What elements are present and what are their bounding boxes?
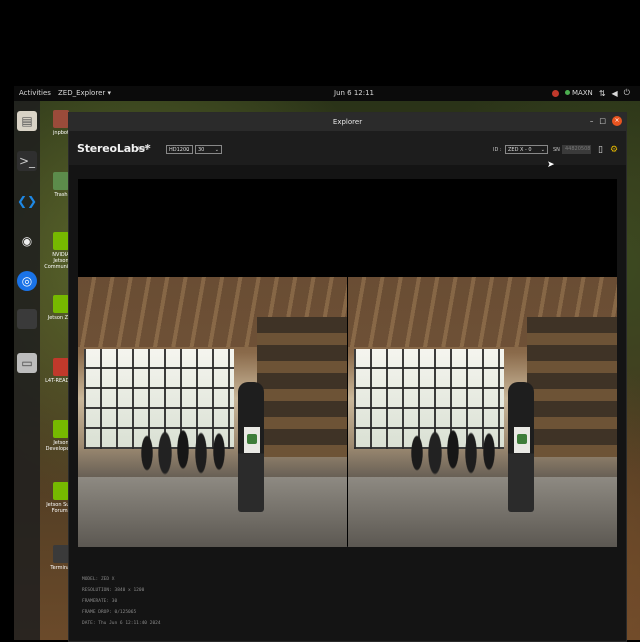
vscode-icon[interactable]: ❮❯ xyxy=(17,191,37,211)
nvidia-icon xyxy=(53,295,69,313)
close-button[interactable]: × xyxy=(612,116,622,126)
camera-select-value: ZED X - 0 xyxy=(508,147,532,153)
mouse-cursor-icon: ➤ xyxy=(547,160,555,170)
power-mode-label: MAXN xyxy=(571,89,593,97)
scene-people xyxy=(138,417,228,489)
info-date: DATE: Thu Jun 6 12:11:40 2024 xyxy=(82,621,161,626)
system-top-bar: Activities ZED_Explorer ▾ Jun 6 12:11 MA… xyxy=(14,86,640,101)
folder-icon xyxy=(53,358,69,376)
dock: ▤ >_ ❮❯ ◉ ◎ ▭ xyxy=(14,101,40,640)
gear-icon[interactable]: ⚙ xyxy=(610,145,618,155)
power-icon[interactable]: ⏻ xyxy=(624,88,630,98)
chevron-down-icon: ⌄ xyxy=(185,147,190,153)
home-folder-icon xyxy=(53,110,69,128)
app-menu[interactable]: ZED_Explorer ▾ xyxy=(58,89,111,97)
serial-number-field: 44820508 xyxy=(562,145,591,154)
scene-person-holding-board xyxy=(508,382,534,512)
camera-select[interactable]: ZED X - 0 ⌄ xyxy=(505,145,548,154)
network-icon[interactable]: ⇅ xyxy=(599,89,606,98)
activities-button[interactable]: Activities xyxy=(19,89,51,97)
left-camera-view xyxy=(78,277,347,547)
nvidia-icon xyxy=(53,420,69,438)
right-camera-view xyxy=(348,277,617,547)
nvidia-icon xyxy=(53,232,69,250)
obs-icon[interactable]: ◉ xyxy=(17,231,37,251)
scene-person-holding-board xyxy=(238,382,264,512)
window-controls: – □ × xyxy=(590,116,622,126)
live-label: LIVE xyxy=(138,146,149,152)
terminal-icon xyxy=(53,545,69,563)
info-model: MODEL: ZED X xyxy=(82,577,115,582)
scene-balconies xyxy=(257,317,347,457)
power-status-icon xyxy=(564,90,570,95)
drive-icon[interactable]: ▭ xyxy=(17,353,37,373)
scene-balconies xyxy=(527,317,617,457)
info-framerate: FRAMERATE: 30 xyxy=(82,599,118,604)
resolution-select[interactable]: HD1200 ⌄ xyxy=(166,145,193,154)
scene-people xyxy=(408,417,498,489)
blank-app-icon[interactable] xyxy=(17,309,37,329)
chevron-down-icon: ⌄ xyxy=(214,147,219,153)
scene-board xyxy=(514,427,530,453)
maximize-button[interactable]: □ xyxy=(599,117,606,125)
window-title: Explorer xyxy=(332,118,363,126)
id-label: ID : xyxy=(493,147,502,153)
scene-board xyxy=(244,427,260,453)
info-frame-drop: FRAME DROP: 0/125065 xyxy=(82,610,137,615)
clock[interactable]: Jun 6 12:11 xyxy=(334,89,374,97)
files-icon[interactable]: ▤ xyxy=(17,111,37,131)
chevron-down-icon: ⌄ xyxy=(540,147,545,153)
fps-value: 30 xyxy=(198,147,205,153)
desktop-icon-label: Trash xyxy=(54,192,68,198)
trash-icon xyxy=(53,172,69,190)
info-resolution: RESOLUTION: 3840 x 1200 xyxy=(82,588,145,593)
chromium-icon[interactable]: ◎ xyxy=(17,271,37,291)
nvidia-icon xyxy=(53,482,69,500)
system-tray[interactable]: MAXN ⇅ ◀ ⏻ xyxy=(551,88,630,98)
minimize-button[interactable]: – xyxy=(590,117,594,125)
record-icon[interactable] xyxy=(551,89,559,97)
power-mode-indicator[interactable]: MAXN xyxy=(564,89,593,97)
camera-info: MODEL: ZED X RESOLUTION: 3840 x 1200 FRA… xyxy=(82,574,161,629)
volume-icon[interactable]: ◀ xyxy=(612,89,618,98)
fps-select[interactable]: 30 ⌄ xyxy=(195,145,222,154)
window-titlebar[interactable]: Explorer – □ × xyxy=(69,113,626,131)
desktop-icon-label: jnpbot xyxy=(53,130,69,136)
terminal-icon[interactable]: >_ xyxy=(17,151,37,171)
stereo-viewer xyxy=(78,179,617,547)
explorer-window: Explorer – □ × StereoLabs* LIVE HD1200 ⌄ … xyxy=(68,112,627,642)
explorer-toolbar: StereoLabs* LIVE HD1200 ⌄ 30 ⌄ ID : ZED X … xyxy=(69,131,626,165)
record-device-icon[interactable]: ▯ xyxy=(598,145,603,155)
